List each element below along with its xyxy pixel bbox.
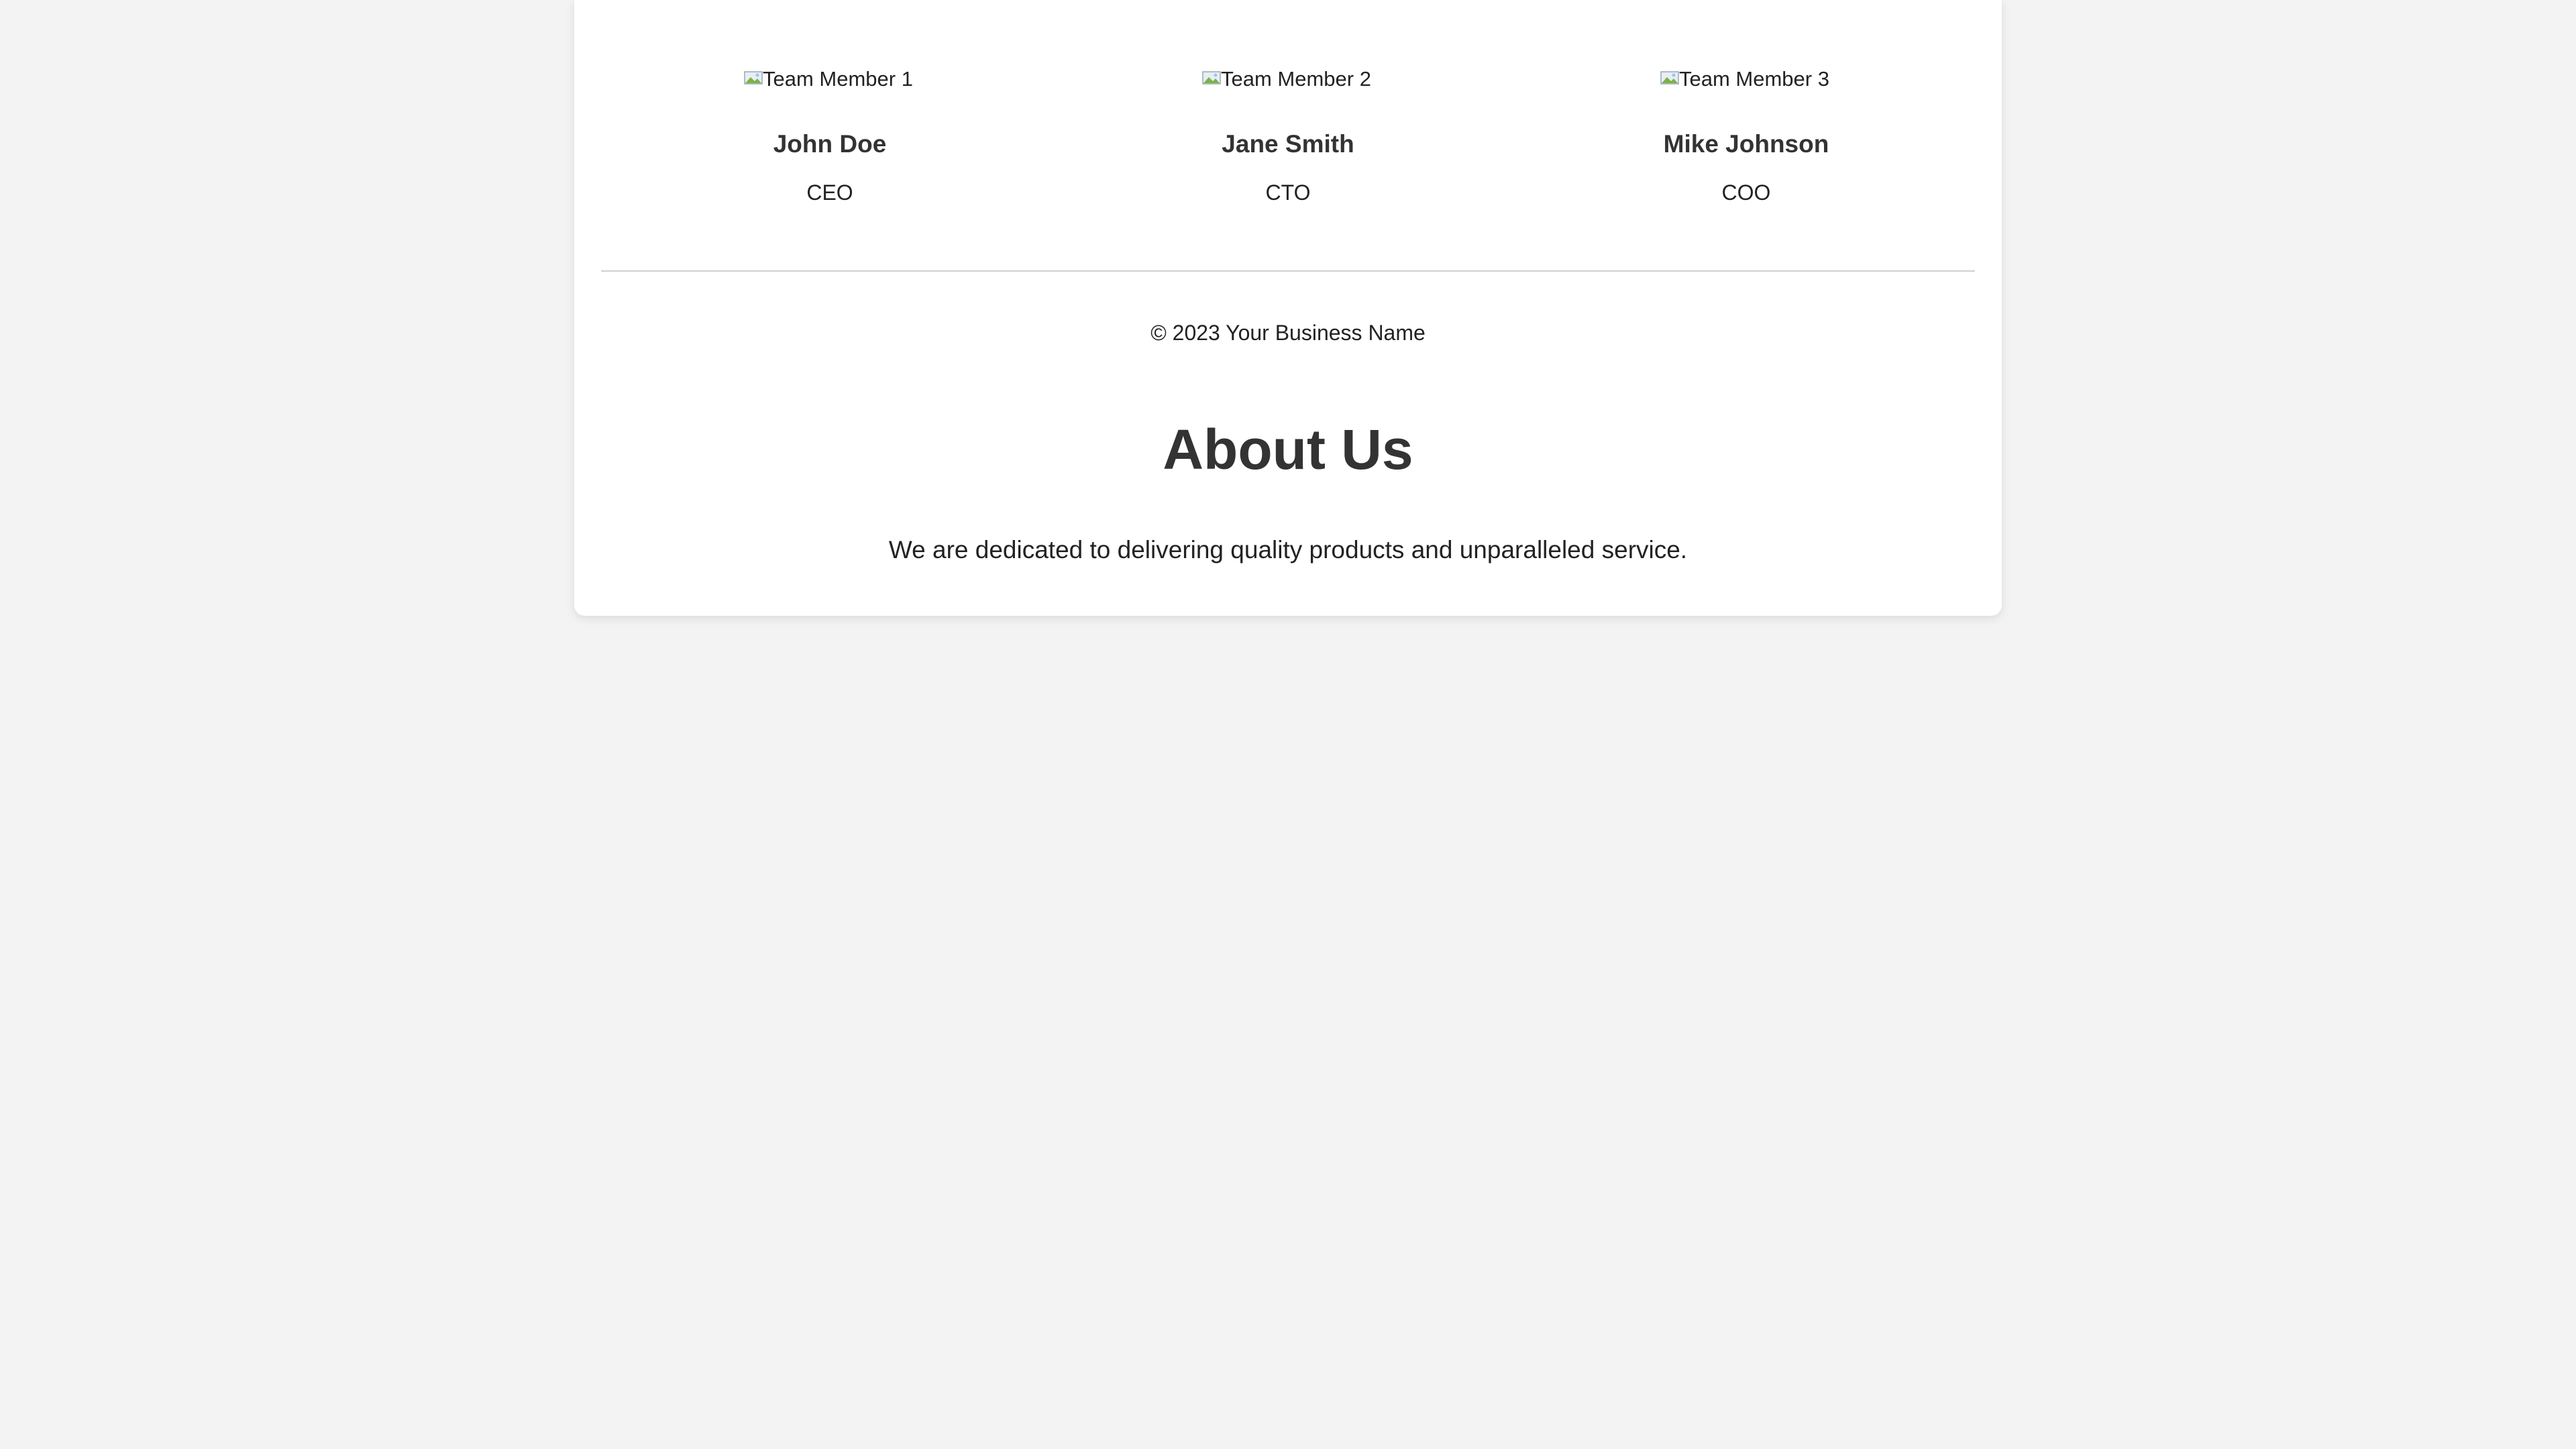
broken-image-icon: [1202, 71, 1221, 85]
team-member-photo-alt: Team Member 3: [1679, 67, 1829, 91]
team-member-photo-alt: Team Member 1: [763, 67, 913, 91]
broken-image-icon: [744, 71, 763, 85]
team-member-photo: Team Member 3: [1660, 64, 1832, 94]
team-member-role: CEO: [806, 180, 853, 205]
team-member-name: Jane Smith: [1222, 130, 1354, 158]
team-member-role: COO: [1721, 180, 1771, 205]
section-divider: [601, 270, 1975, 272]
team-member-name: Mike Johnson: [1663, 130, 1829, 158]
content-card: Team Member 1 John Doe CEO Team Member 2…: [574, 0, 2002, 616]
team-member-photo: Team Member 2: [1202, 64, 1374, 94]
broken-image-icon: [1660, 71, 1679, 85]
team-member-card: Team Member 1 John Doe CEO: [601, 64, 1059, 206]
team-member-card: Team Member 3 Mike Johnson COO: [1517, 64, 1975, 206]
about-heading: About Us: [1163, 418, 1413, 481]
team-member-photo-alt: Team Member 2: [1221, 67, 1371, 91]
team-section: Team Member 1 John Doe CEO Team Member 2…: [601, 0, 1975, 268]
team-member-name: John Doe: [773, 130, 887, 158]
copyright-text: © 2023 Your Business Name: [1150, 321, 1426, 345]
team-member-card: Team Member 2 Jane Smith CTO: [1059, 64, 1517, 206]
team-member-photo: Team Member 1: [744, 64, 916, 94]
about-description: We are dedicated to delivering quality p…: [888, 536, 1688, 564]
team-member-role: CTO: [1265, 180, 1311, 205]
